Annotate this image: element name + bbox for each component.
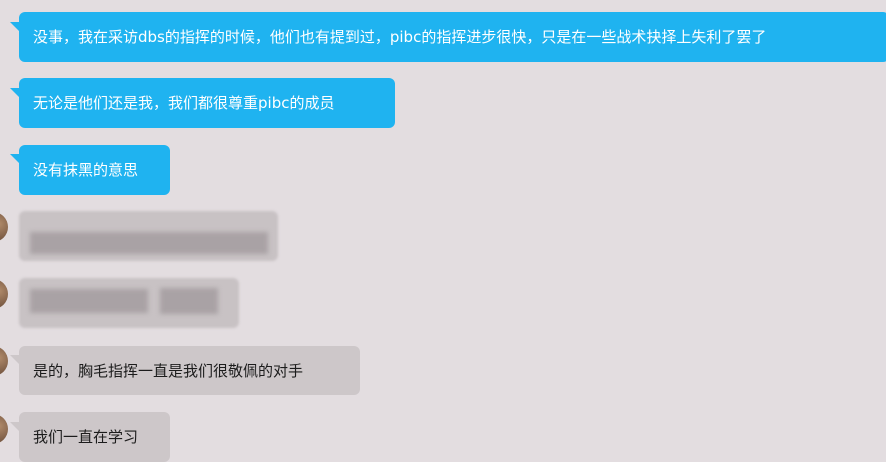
chat-log: 没事，我在采访dbs的指挥的时候，他们也有提到过，pibc的指挥进步很快，只是在…	[0, 0, 886, 462]
avatar[interactable]	[0, 346, 8, 376]
message-bubble[interactable]: 是的，胸毛指挥一直是我们很敬佩的对手	[19, 346, 360, 395]
avatar[interactable]	[0, 279, 8, 309]
message-text: 我们一直在学习	[33, 428, 139, 446]
redacted-text-block	[30, 232, 268, 254]
message-text: 无论是他们还是我，我们都很尊重pibc的成员	[33, 94, 335, 112]
message-bubble[interactable]: 无论是他们还是我，我们都很尊重pibc的成员	[19, 78, 395, 128]
avatar[interactable]	[0, 212, 8, 242]
message-text: 没事，我在采访dbs的指挥的时候，他们也有提到过，pibc的指挥进步很快，只是在…	[33, 28, 767, 46]
redacted-text-block	[30, 289, 148, 313]
redacted-text-block	[160, 288, 218, 314]
message-bubble[interactable]: 没有抹黑的意思	[19, 145, 170, 195]
message-text: 没有抹黑的意思	[33, 161, 139, 179]
message-text: 是的，胸毛指挥一直是我们很敬佩的对手	[33, 361, 304, 380]
message-bubble[interactable]: 没事，我在采访dbs的指挥的时候，他们也有提到过，pibc的指挥进步很快，只是在…	[19, 12, 886, 62]
avatar[interactable]	[0, 414, 8, 444]
